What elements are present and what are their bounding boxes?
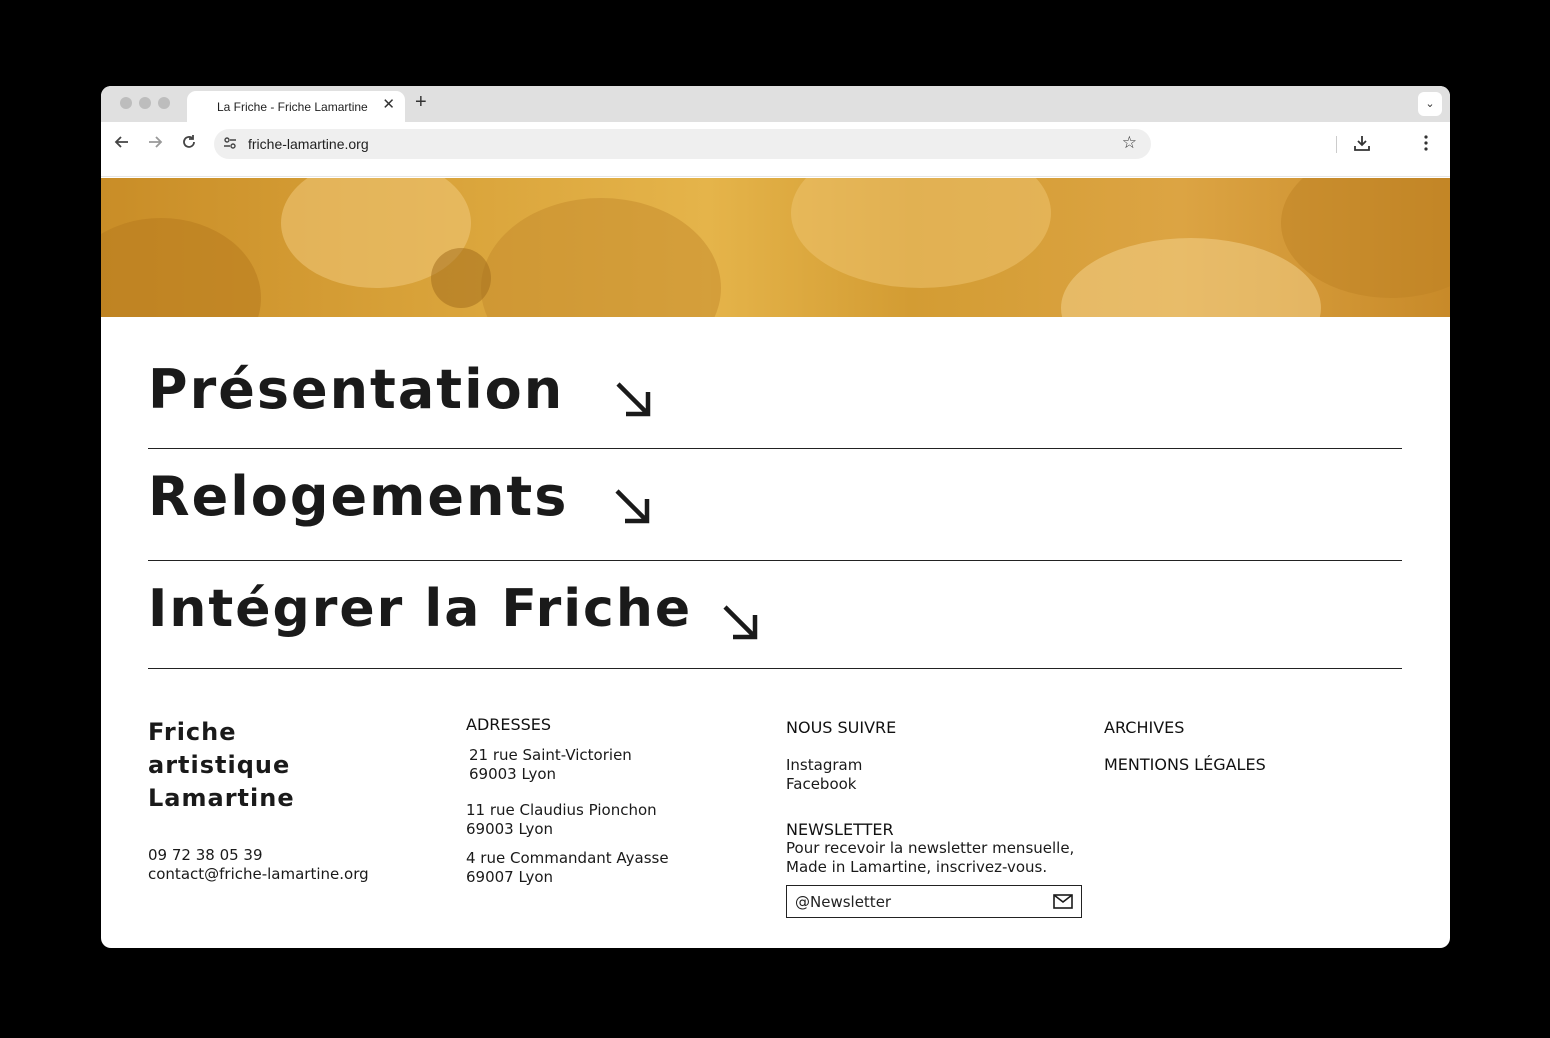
kebab-menu-icon[interactable] [1423, 134, 1429, 155]
nav-section-relogements[interactable]: Relogements [148, 449, 1402, 561]
new-tab-button[interactable]: + [415, 92, 427, 112]
addresses-heading: ADRESSES [466, 715, 552, 734]
close-window-dot[interactable] [120, 97, 132, 109]
mail-icon[interactable] [1053, 894, 1073, 909]
browser-window: La Friche - Friche Lamartine ✕ + ⌄ frich… [101, 86, 1450, 948]
brand-line: artistique [148, 751, 291, 779]
arrow-down-right-icon [616, 382, 651, 417]
bookmark-star-icon[interactable]: ☆ [1122, 133, 1137, 153]
close-tab-icon[interactable]: ✕ [382, 97, 395, 113]
newsletter-description: Made in Lamartine, inscrivez-vous. [786, 858, 1048, 876]
instagram-link[interactable]: Instagram [786, 756, 862, 775]
url-text: friche-lamartine.org [248, 136, 369, 152]
phone-number[interactable]: 09 72 38 05 39 [148, 846, 263, 865]
address-city: 69003 Lyon [469, 765, 557, 783]
address-street: 21 rue Saint-Victorien [469, 746, 632, 764]
reload-icon[interactable] [181, 134, 197, 153]
address-city: 69003 Lyon [466, 820, 554, 838]
arrow-down-right-icon [723, 605, 758, 640]
hero-image [101, 178, 1450, 317]
browser-tab[interactable]: La Friche - Friche Lamartine ✕ [187, 91, 405, 122]
toolbar-divider [1336, 136, 1337, 153]
address-bar[interactable]: friche-lamartine.org ☆ [214, 129, 1151, 159]
address-street: 11 rue Claudius Pionchon [466, 801, 657, 819]
back-icon[interactable] [114, 134, 130, 153]
nav-label-relogements: Relogements [148, 465, 569, 528]
download-icon[interactable] [1353, 134, 1371, 155]
nav-label-integrer: Intégrer la Friche [148, 579, 693, 639]
maximize-window-dot[interactable] [158, 97, 170, 109]
nav-section-presentation[interactable]: Présentation [148, 342, 1402, 449]
tab-title: La Friche - Friche Lamartine [217, 100, 368, 114]
minimize-window-dot[interactable] [139, 97, 151, 109]
facebook-link[interactable]: Facebook [786, 775, 856, 794]
newsletter-placeholder: @Newsletter [795, 893, 892, 911]
newsletter-email-input[interactable]: @Newsletter [786, 885, 1082, 918]
brand-line: Friche [148, 718, 237, 746]
arrow-down-right-icon [615, 489, 650, 524]
address-city: 69007 Lyon [466, 868, 554, 886]
nav-section-integrer[interactable]: Intégrer la Friche [148, 561, 1402, 669]
brand-line: Lamartine [148, 784, 295, 812]
follow-heading: NOUS SUIVRE [786, 718, 897, 737]
brand-logo[interactable]: Friche artistique Lamartine [148, 716, 295, 815]
tab-search-button[interactable]: ⌄ [1418, 92, 1442, 116]
nav-label-presentation: Présentation [148, 358, 565, 421]
legal-notice-link[interactable]: MENTIONS LÉGALES [1104, 755, 1266, 774]
tab-strip: La Friche - Friche Lamartine ✕ + ⌄ [101, 86, 1450, 122]
archives-link[interactable]: ARCHIVES [1104, 718, 1184, 737]
forward-icon[interactable] [147, 134, 163, 153]
email-link[interactable]: contact@friche-lamartine.org [148, 865, 369, 884]
address-street: 4 rue Commandant Ayasse [466, 849, 669, 867]
site-settings-icon[interactable] [222, 135, 238, 156]
newsletter-heading: NEWSLETTER [786, 820, 894, 839]
newsletter-description: Pour recevoir la newsletter mensuelle, [786, 839, 1075, 857]
browser-toolbar: friche-lamartine.org ☆ [101, 122, 1450, 177]
